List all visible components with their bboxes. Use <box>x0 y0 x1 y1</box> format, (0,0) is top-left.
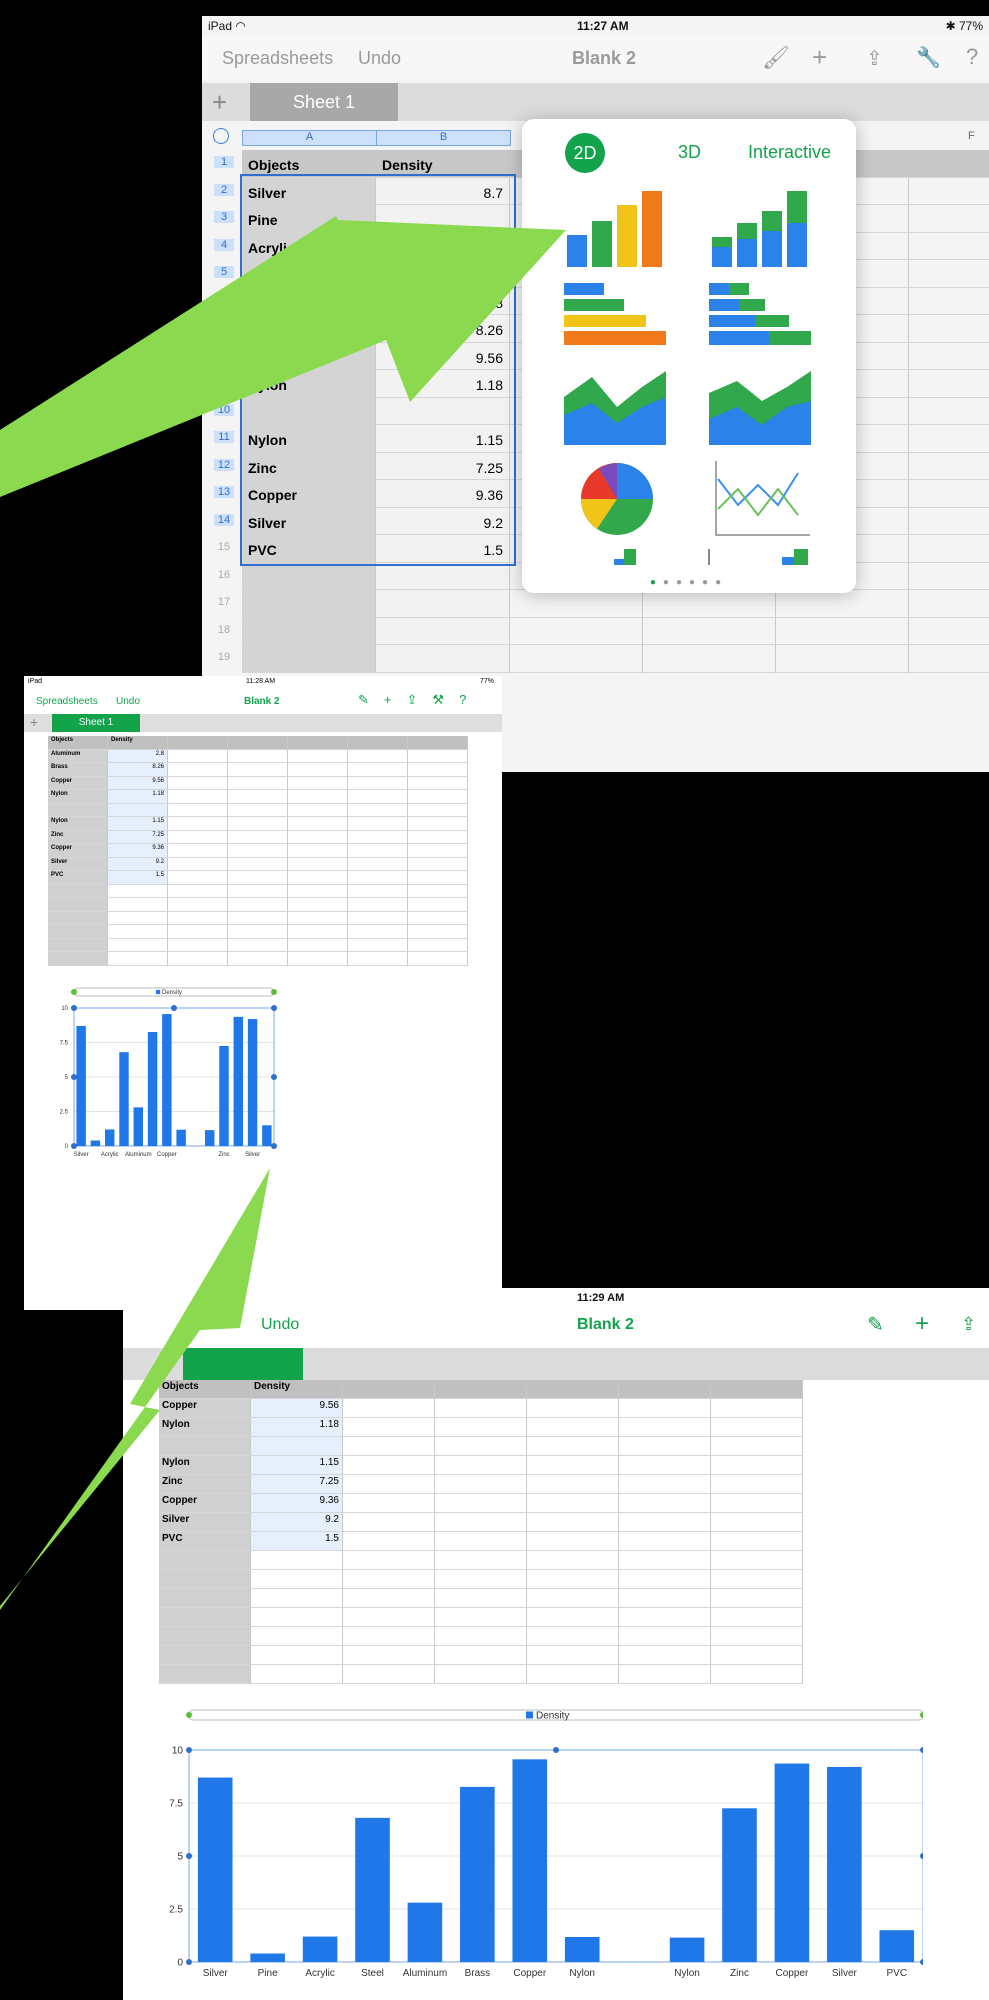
arrow-to-chart-popover <box>0 216 566 497</box>
annotation-arrows <box>0 216 566 1610</box>
arrow-to-chart-result <box>0 1168 270 1610</box>
